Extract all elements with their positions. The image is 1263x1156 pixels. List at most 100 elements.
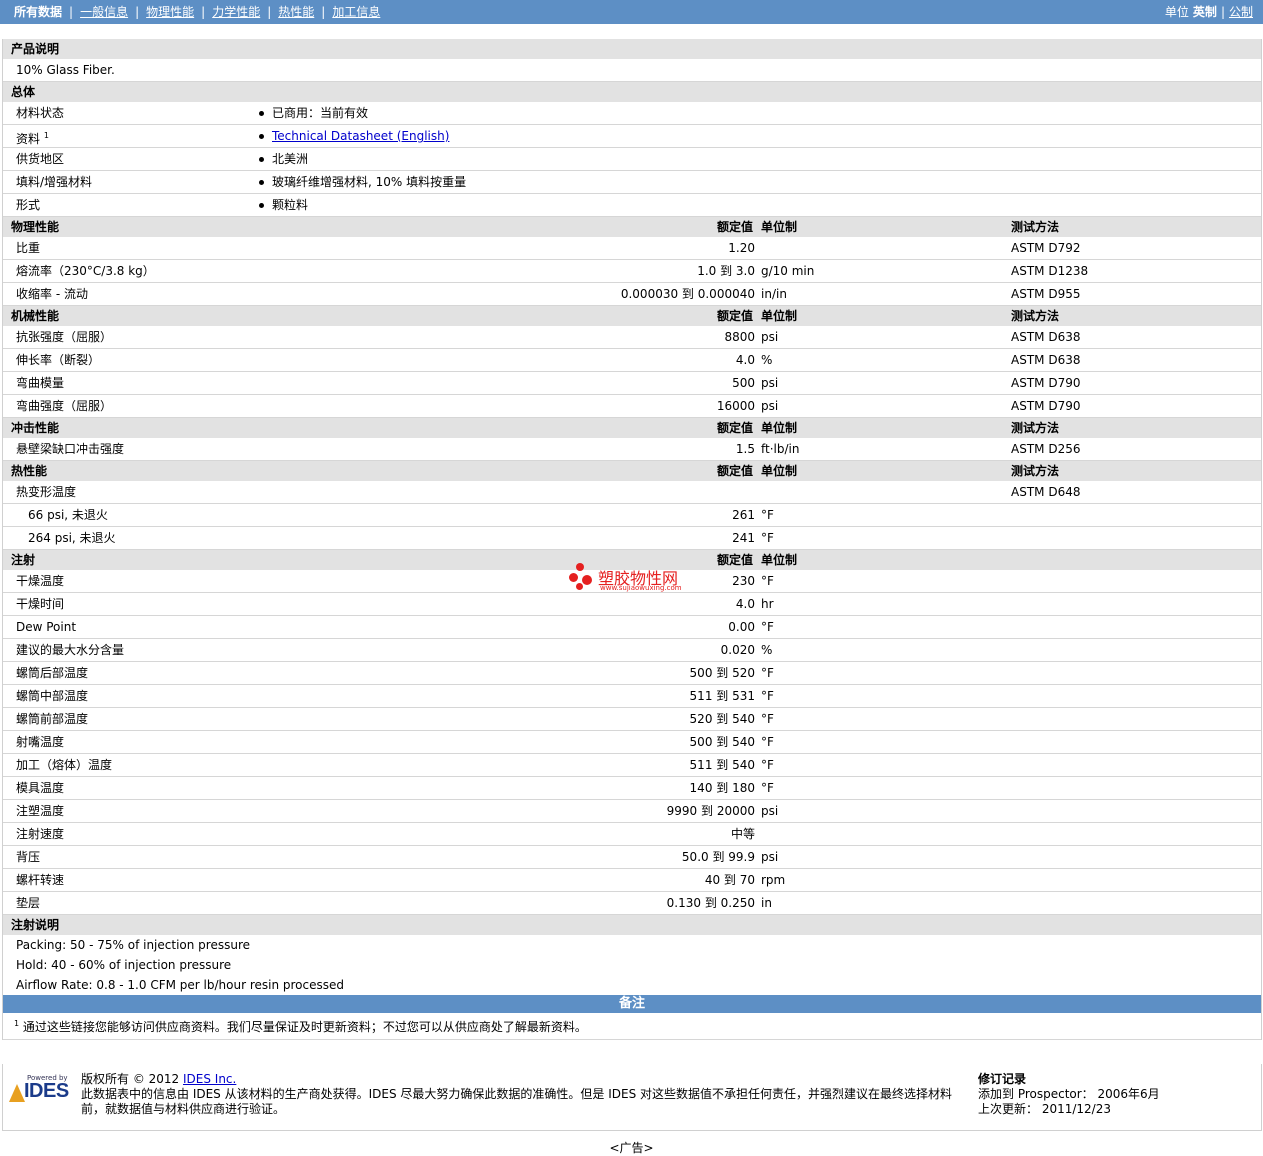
property-unit: °F: [761, 574, 774, 588]
table-row: 建议的最大水分含量 0.020%: [3, 639, 1261, 662]
section-header-product: 产品说明: [3, 39, 1261, 59]
unit-switcher: 单位 英制 | 公制: [1165, 0, 1253, 24]
header-unit: 单位制: [761, 220, 798, 234]
unit-english: 英制: [1192, 5, 1217, 19]
property-unit: psi: [761, 330, 779, 344]
table-row: 悬壁梁缺口冲击强度 1.5 ft·lb/in ASTM D256: [3, 438, 1261, 461]
property-value: 玻璃纤维增强材料, 10% 填料按重量: [259, 171, 466, 193]
property-value: 50.0 到 99.9: [681, 850, 755, 864]
header-value: 额定值: [716, 421, 753, 435]
table-row: 热变形温度 ASTM D648: [3, 481, 1261, 504]
property-unit: hr: [761, 597, 774, 611]
nav-mechanical[interactable]: 力学性能: [212, 0, 260, 24]
nav-physical[interactable]: 物理性能: [146, 0, 194, 24]
header-value: 额定值: [716, 553, 753, 567]
revision-history: 修订记录 添加到 Prospector： 2006年6月 上次更新： 2011/…: [978, 1072, 1160, 1117]
top-navigation-bar: 所有数据 | 一般信息 | 物理性能 | 力学性能 | 热性能 | 加工信息 单位 英制 | 公制: [0, 0, 1263, 24]
property-unit: °F: [761, 781, 774, 795]
property-unit: psi: [761, 399, 779, 413]
table-row: 弯曲强度（屈服） 16000 psi ASTM D790: [3, 395, 1261, 418]
watermark-dot-icon: [576, 563, 584, 571]
property-name: 螺筒前部温度: [16, 712, 89, 726]
table-row: 垫层 0.130 到 0.250 in: [3, 892, 1261, 915]
table-row: 螺筒前部温度 520 到 540 °F: [3, 708, 1261, 731]
property-name: 热变形温度: [16, 485, 77, 499]
nav-all-data[interactable]: 所有数据: [14, 0, 62, 24]
test-method: ASTM D648: [1011, 485, 1081, 499]
remarks-header: 备注: [3, 995, 1261, 1013]
value-text: 北美洲: [272, 152, 309, 166]
section-header-physical: 物理性能 额定值 单位制 测试方法: [3, 217, 1261, 237]
property-unit: °F: [761, 620, 774, 634]
table-row: Dew Point 0.00 °F: [3, 616, 1261, 639]
datasheet-table: 产品说明 10% Glass Fiber. 总体 材料状态 已商用：当前有效 资料…: [2, 39, 1262, 1040]
property-value: 230: [732, 574, 755, 588]
injection-rows: 干燥温度 230 °F 干燥时间 4.0 hr Dew Point 0.00 °F 建议的最大水分…: [3, 570, 1261, 915]
mechanical-rows: 抗张强度（屈服） 8800 psi ASTM D638 伸长率（断裂） 4.0% ASTM …: [3, 326, 1261, 418]
property-name: 资料 1: [16, 125, 49, 150]
property-value: 0.020: [720, 643, 755, 657]
table-row: 螺筒中部温度 511 到 531 °F: [3, 685, 1261, 708]
test-method: ASTM D638: [1011, 330, 1081, 344]
table-row: 比重 1.20 ASTM D792: [3, 237, 1261, 260]
property-unit: °F: [761, 666, 774, 680]
physical-rows: 比重 1.20 ASTM D792 熔流率（230°C/3.8 kg） 1.0 到 3.…: [3, 237, 1261, 306]
remarks-footnote: 1 通过这些链接您能够访问供应商资料。我们尽量保证及时更新资料；不过您可以从供应…: [3, 1013, 1261, 1040]
property-name: 供货地区: [16, 152, 65, 166]
property-unit: psi: [761, 850, 779, 864]
table-row: 形式 颗粒料: [3, 194, 1261, 217]
property-name: 比重: [16, 241, 41, 255]
property-name: 悬壁梁缺口冲击强度: [16, 442, 125, 456]
section-title: 注射: [11, 553, 36, 567]
ides-logo-triangle-icon: [9, 1084, 25, 1102]
section-header-general: 总体: [3, 82, 1261, 102]
ides-logo[interactable]: Powered by IDES: [9, 1074, 75, 1110]
property-name: 抗张强度（屈服）: [16, 330, 113, 344]
table-row: 熔流率（230°C/3.8 kg） 1.0 到 3.0 g/10 min ASTM D…: [3, 260, 1261, 283]
bullet-icon: [259, 111, 264, 116]
units-label: 单位: [1164, 5, 1189, 19]
nav-separator: |: [267, 5, 272, 19]
logo-ides-text: IDES: [24, 1080, 69, 1102]
header-method: 测试方法: [1011, 220, 1060, 234]
watermark-url: www.sujiaowuxing.com: [600, 584, 682, 592]
unit-metric-link[interactable]: 公制: [1229, 5, 1253, 19]
name-text: 资料: [16, 132, 41, 146]
test-method: ASTM D638: [1011, 353, 1081, 367]
nav-separator: |: [135, 5, 140, 19]
header-unit: 单位制: [761, 421, 798, 435]
property-value: 40 到 70: [704, 873, 755, 887]
copyright-block: 版权所有 © 2012 IDES Inc. 此数据表中的信息由 IDES 从该材…: [81, 1072, 961, 1117]
property-unit: %: [761, 643, 773, 657]
property-value: 16000: [716, 399, 755, 413]
header-method: 测试方法: [1011, 464, 1060, 478]
property-unit: °F: [761, 508, 774, 522]
table-row: 264 psi, 未退火 241 °F: [3, 527, 1261, 550]
table-row: 材料状态 已商用：当前有效: [3, 102, 1261, 125]
table-row: 填料/增强材料 玻璃纤维增强材料, 10% 填料按重量: [3, 171, 1261, 194]
nav-separator: |: [69, 5, 74, 19]
ides-inc-link[interactable]: IDES Inc.: [183, 1072, 236, 1086]
property-value: 511 到 540: [689, 758, 755, 772]
nav-general-info[interactable]: 一般信息: [80, 0, 128, 24]
test-method: ASTM D1238: [1011, 264, 1089, 278]
property-name: 形式: [16, 198, 41, 212]
property-name: 建议的最大水分含量: [16, 643, 125, 657]
datasheet-link[interactable]: Technical Datasheet (English): [272, 129, 449, 143]
table-row: 伸长率（断裂） 4.0% ASTM D638: [3, 349, 1261, 372]
property-unit: g/10 min: [761, 264, 815, 278]
footnote-marker: 1: [14, 1019, 20, 1028]
unit-separator: |: [1220, 5, 1225, 19]
property-unit: rpm: [761, 873, 786, 887]
property-value: 1.0 到 3.0: [697, 264, 755, 278]
impact-rows: 悬壁梁缺口冲击强度 1.5 ft·lb/in ASTM D256: [3, 438, 1261, 461]
property-unit: °F: [761, 735, 774, 749]
property-value: 500 到 520: [689, 666, 755, 680]
property-name: 264 psi, 未退火: [28, 531, 116, 545]
table-row: 注塑温度 9990 到 20000 psi: [3, 800, 1261, 823]
footer: Powered by IDES 版权所有 © 2012 IDES Inc. 此数…: [2, 1064, 1262, 1131]
property-name: 熔流率（230°C/3.8 kg）: [16, 264, 155, 278]
nav-thermal[interactable]: 热性能: [278, 0, 314, 24]
nav-processing[interactable]: 加工信息: [332, 0, 380, 24]
ad-label: <广告>: [609, 1141, 654, 1155]
